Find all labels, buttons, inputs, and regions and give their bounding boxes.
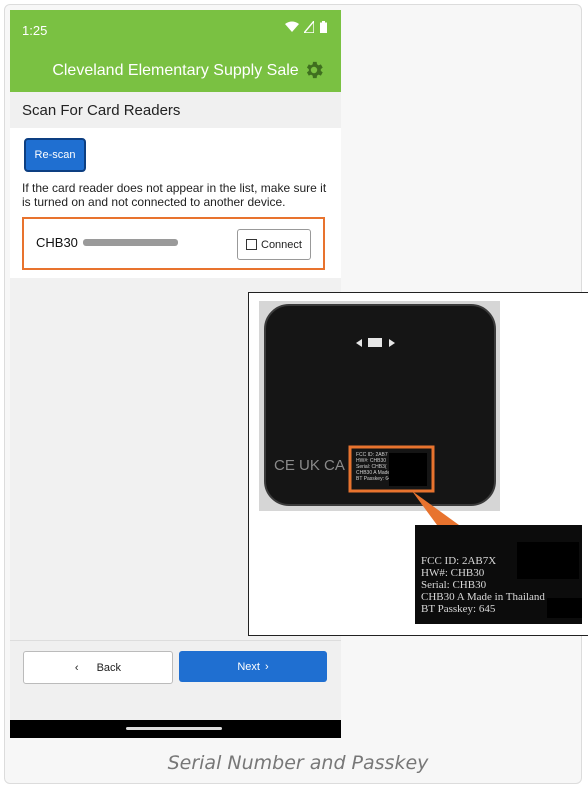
card-reader-row[interactable]: CHB30 Connect (22, 217, 325, 270)
regulatory-logos: CE UK CA (274, 457, 345, 474)
reader-name: CHB30 (36, 235, 78, 250)
chevron-left-icon: ‹ (74, 661, 79, 674)
hint-text: If the card reader does not appear in th… (22, 181, 327, 209)
status-bar: 1:25 (10, 10, 341, 50)
card-reader-photo: CE UK CA FCC ID: 2AB7 HW#: CHB30 Serial:… (259, 301, 582, 624)
status-time: 1:25 (22, 23, 48, 38)
image-caption: Serial Number and Passkey (167, 752, 429, 774)
svg-text:FCC ID: 2AB7X: FCC ID: 2AB7X (421, 555, 496, 567)
svg-text:BT Passkey: 645: BT Passkey: 645 (356, 476, 394, 482)
footer-bar: ‹ Back Next › (10, 640, 341, 721)
zoomed-redaction-top (517, 542, 579, 579)
scan-content: Re-scan If the card reader does not appe… (10, 128, 341, 278)
back-button[interactable]: ‹ Back (23, 651, 173, 684)
svg-text:HW#: CHB30: HW#: CHB30 (421, 567, 485, 579)
zoomed-redaction-bottom (547, 598, 582, 618)
section-header: Scan For Card Readers (10, 92, 341, 129)
svg-text:BT Passkey: 645: BT Passkey: 645 (421, 603, 496, 615)
gear-icon[interactable] (303, 59, 325, 81)
section-title: Scan For Card Readers (22, 102, 181, 119)
app-bar: Cleveland Elementary Supply Sale (10, 50, 341, 92)
system-nav-bar (10, 720, 341, 738)
battery-icon (320, 21, 327, 33)
screenshot-frame: 1:25 Cleveland Elementary Supply Sale Sc… (4, 4, 588, 784)
svg-text:Serial: CHB30: Serial: CHB30 (421, 579, 487, 591)
connect-label: Connect (261, 238, 302, 251)
device-label-inset: CE UK CA FCC ID: 2AB7 HW#: CHB30 Serial:… (248, 292, 588, 636)
app-title: Cleveland Elementary Supply Sale (52, 62, 299, 79)
signal-icon (302, 19, 316, 34)
chevron-right-icon: › (264, 660, 269, 673)
home-gesture-bar[interactable] (126, 727, 222, 730)
back-label: Back (96, 661, 122, 674)
checkbox-icon (246, 239, 257, 250)
redacted-serial (83, 239, 178, 246)
connect-button[interactable]: Connect (237, 229, 311, 260)
next-label: Next (237, 660, 260, 673)
rescan-button[interactable]: Re-scan (24, 138, 86, 172)
wifi-icon (284, 21, 299, 32)
small-redaction (389, 453, 427, 486)
usb-symbol-icon (356, 338, 395, 347)
svg-text:CHB30 A Made in Thailand: CHB30 A Made in Thailand (421, 591, 545, 603)
system-icons (284, 19, 327, 36)
next-button[interactable]: Next › (179, 651, 327, 682)
